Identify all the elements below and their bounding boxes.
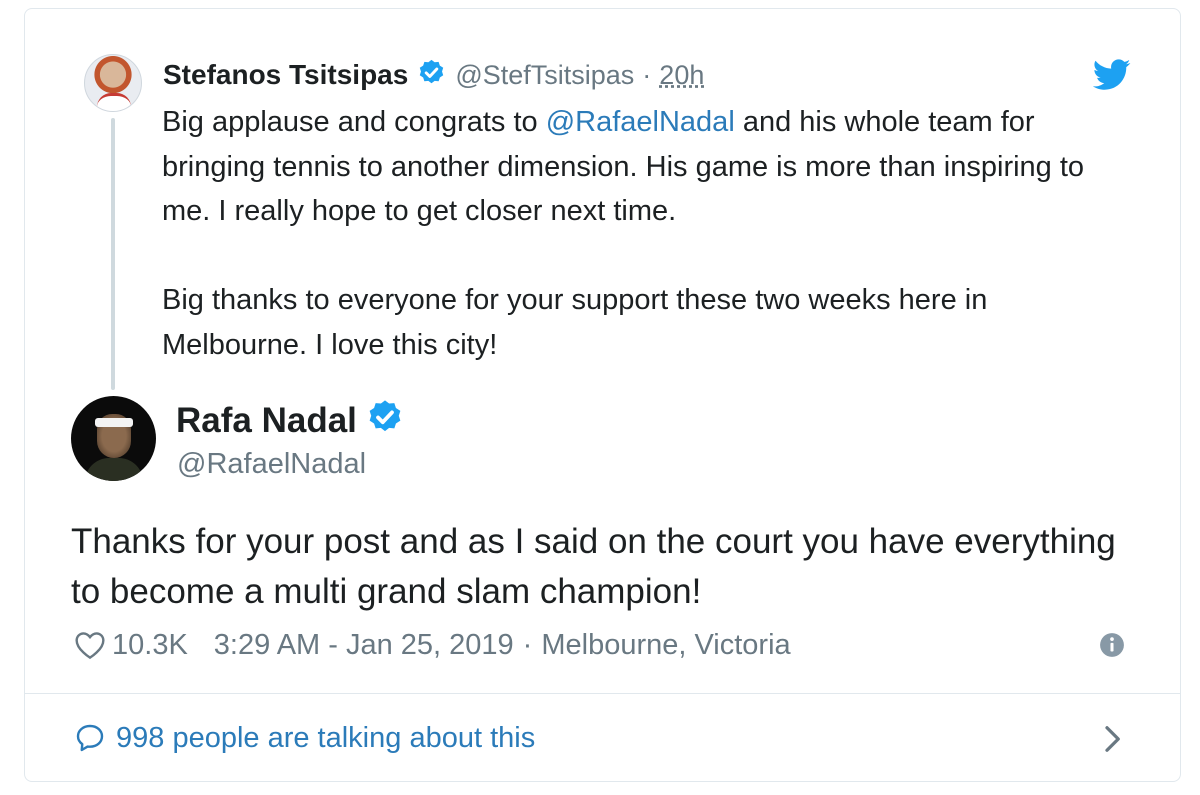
parent-author-name[interactable]: Stefanos Tsitsipas xyxy=(163,59,408,91)
tweet-timestamp[interactable]: 3:29 AM - Jan 25, 2019 xyxy=(214,629,514,662)
verified-badge-icon xyxy=(366,398,404,445)
parent-tweet-paragraph-1: Big applause and congrats to @RafaelNada… xyxy=(162,100,1122,234)
conversation-label: 998 people are talking about this xyxy=(116,721,536,754)
thread-connector-line xyxy=(111,118,115,390)
parent-tweet-paragraph-2: Big thanks to everyone for your support … xyxy=(162,284,988,361)
heart-icon xyxy=(75,632,105,660)
meta-separator: · xyxy=(522,628,533,661)
parent-author-handle[interactable]: @StefTsitsipas xyxy=(455,60,634,91)
chevron-right-icon[interactable] xyxy=(1100,724,1124,754)
mention-link[interactable]: @RafaelNadal xyxy=(546,106,735,138)
parent-tweet-header: Stefanos Tsitsipas @StefTsitsipas · 20h xyxy=(163,58,704,92)
tweet-location[interactable]: Melbourne, Victoria xyxy=(541,629,790,662)
tsitsipas-avatar[interactable] xyxy=(84,54,142,112)
nadal-avatar[interactable] xyxy=(71,396,156,481)
header-separator: · xyxy=(642,59,652,90)
main-tweet-text: Thanks for your post and as I said on th… xyxy=(71,522,1116,611)
avatar-shirt xyxy=(85,458,143,481)
speech-bubble-icon xyxy=(76,724,104,752)
like-count: 10.3K xyxy=(112,628,188,661)
tweet-meta-row: 10.3K 3:29 AM - Jan 25, 2019 · Melbourne… xyxy=(74,626,791,664)
main-author-handle[interactable]: @RafaelNadal xyxy=(177,448,366,481)
info-icon[interactable] xyxy=(1099,632,1125,658)
avatar-headband xyxy=(95,418,133,427)
conversation-link[interactable]: 998 people are talking about this xyxy=(74,718,535,758)
main-author-name-row: Rafa Nadal xyxy=(176,398,404,445)
verified-badge-icon xyxy=(417,58,446,92)
parent-tweet-body: Big applause and congrats to @RafaelNada… xyxy=(162,100,1122,367)
card-divider xyxy=(25,693,1180,694)
parent-tweet-time[interactable]: 20h xyxy=(659,60,704,91)
parent-text-start: Big applause and congrats to xyxy=(162,106,546,138)
twitter-bird-icon[interactable] xyxy=(1093,58,1131,92)
main-author-name[interactable]: Rafa Nadal xyxy=(176,401,357,441)
like-button[interactable]: 10.3K xyxy=(74,629,188,662)
